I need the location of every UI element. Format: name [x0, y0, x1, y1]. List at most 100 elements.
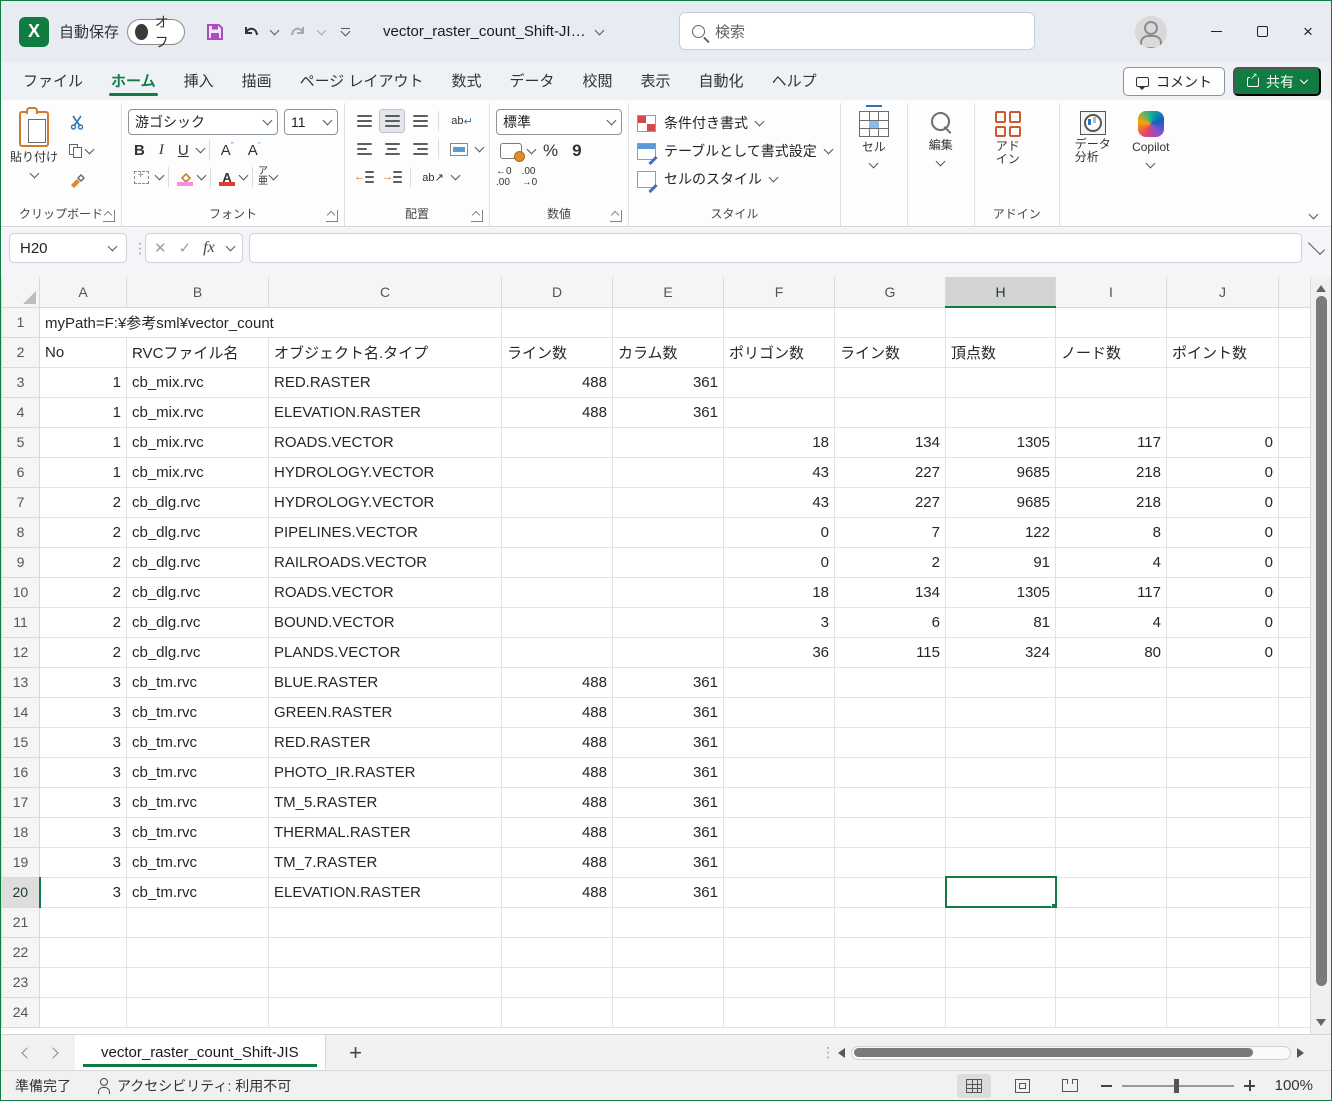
cell-A19[interactable]: 3	[40, 847, 127, 877]
row-header-22[interactable]: 22	[2, 937, 40, 967]
column-header-H[interactable]: H	[946, 277, 1056, 307]
borders-button[interactable]	[128, 165, 154, 189]
enter-button[interactable]: ✓	[179, 239, 192, 257]
cell-F8[interactable]: 0	[724, 517, 835, 547]
cell-partial-2[interactable]	[1279, 337, 1313, 367]
cell-E11[interactable]	[613, 607, 724, 637]
font-dialog-launcher[interactable]	[326, 210, 338, 222]
cell-B11[interactable]: cb_dlg.rvc	[127, 607, 269, 637]
cell-I1[interactable]	[1056, 307, 1167, 337]
cell-F18[interactable]	[724, 817, 835, 847]
cell-F10[interactable]: 18	[724, 577, 835, 607]
cell-F19[interactable]	[724, 847, 835, 877]
cell-E14[interactable]: 361	[613, 697, 724, 727]
customize-qat-button[interactable]	[329, 16, 361, 48]
collapse-ribbon-icon[interactable]	[1309, 210, 1319, 220]
cell-D13[interactable]: 488	[502, 667, 613, 697]
cell-partial-23[interactable]	[1279, 967, 1313, 997]
row-header-15[interactable]: 15	[2, 727, 40, 757]
cell-D9[interactable]	[502, 547, 613, 577]
paste-button[interactable]: 貼り付け	[5, 105, 63, 177]
cell-C6[interactable]: HYDROLOGY.VECTOR	[269, 457, 502, 487]
cell-J7[interactable]: 0	[1167, 487, 1279, 517]
ribbon-tab-ホーム[interactable]: ホーム	[97, 63, 170, 100]
cell-H7[interactable]: 9685	[946, 487, 1056, 517]
cell-E2[interactable]: カラム数	[613, 337, 724, 367]
cell-J18[interactable]	[1167, 817, 1279, 847]
cell-H17[interactable]	[946, 787, 1056, 817]
cut-button[interactable]	[65, 109, 97, 135]
horizontal-scroll-thumb[interactable]	[854, 1048, 1253, 1057]
cell-E9[interactable]	[613, 547, 724, 577]
borders-dropdown-icon[interactable]	[155, 171, 165, 181]
number-format-select[interactable]: 標準	[496, 109, 622, 135]
italic-button[interactable]: I	[153, 140, 170, 161]
prev-sheet-icon[interactable]	[21, 1047, 32, 1058]
cell-C9[interactable]: RAILROADS.VECTOR	[269, 547, 502, 577]
vertical-scroll-thumb[interactable]	[1316, 296, 1327, 986]
cell-D3[interactable]: 488	[502, 367, 613, 397]
page-break-view-button[interactable]	[1053, 1074, 1087, 1098]
ribbon-tab-表示[interactable]: 表示	[627, 63, 685, 100]
cell-D16[interactable]: 488	[502, 757, 613, 787]
cell-B17[interactable]: cb_tm.rvc	[127, 787, 269, 817]
cell-partial-11[interactable]	[1279, 607, 1313, 637]
cell-G24[interactable]	[835, 997, 946, 1027]
font-name-select[interactable]: 游ゴシック	[128, 109, 278, 135]
cell-J23[interactable]	[1167, 967, 1279, 997]
cell-A10[interactable]: 2	[40, 577, 127, 607]
cell-A3[interactable]: 1	[40, 367, 127, 397]
ribbon-tab-データ[interactable]: データ	[496, 63, 569, 100]
cell-G9[interactable]: 2	[835, 547, 946, 577]
cell-I4[interactable]	[1056, 397, 1167, 427]
cell-F7[interactable]: 43	[724, 487, 835, 517]
cell-I18[interactable]	[1056, 817, 1167, 847]
cell-I8[interactable]: 8	[1056, 517, 1167, 547]
cell-H22[interactable]	[946, 937, 1056, 967]
cell-C11[interactable]: BOUND.VECTOR	[269, 607, 502, 637]
cell-J14[interactable]	[1167, 697, 1279, 727]
addins-button[interactable]: アド イン	[979, 105, 1037, 165]
cell-B13[interactable]: cb_tm.rvc	[127, 667, 269, 697]
cells-button[interactable]: セル	[845, 105, 903, 167]
cell-D18[interactable]: 488	[502, 817, 613, 847]
cell-H10[interactable]: 1305	[946, 577, 1056, 607]
cell-D11[interactable]	[502, 607, 613, 637]
cell-A14[interactable]: 3	[40, 697, 127, 727]
cell-A4[interactable]: 1	[40, 397, 127, 427]
cell-B21[interactable]	[127, 907, 269, 937]
row-header-13[interactable]: 13	[2, 667, 40, 697]
cell-I17[interactable]	[1056, 787, 1167, 817]
cell-D10[interactable]	[502, 577, 613, 607]
minimize-button[interactable]	[1193, 1, 1239, 62]
cell-J17[interactable]	[1167, 787, 1279, 817]
cell-H5[interactable]: 1305	[946, 427, 1056, 457]
align-right-button[interactable]	[407, 137, 433, 161]
cell-A9[interactable]: 2	[40, 547, 127, 577]
cell-H13[interactable]	[946, 667, 1056, 697]
ribbon-tab-挿入[interactable]: 挿入	[170, 63, 228, 100]
cell-D2[interactable]: ライン数	[502, 337, 613, 367]
cell-E8[interactable]	[613, 517, 724, 547]
cell-E19[interactable]: 361	[613, 847, 724, 877]
cell-E15[interactable]: 361	[613, 727, 724, 757]
cell-G19[interactable]	[835, 847, 946, 877]
row-header-8[interactable]: 8	[2, 517, 40, 547]
merge-center-button[interactable]	[444, 137, 474, 161]
cell-G6[interactable]: 227	[835, 457, 946, 487]
comments-button[interactable]: コメント	[1123, 67, 1225, 96]
column-header-partial[interactable]	[1279, 277, 1313, 307]
cell-D19[interactable]: 488	[502, 847, 613, 877]
row-header-3[interactable]: 3	[2, 367, 40, 397]
cell-F11[interactable]: 3	[724, 607, 835, 637]
row-header-12[interactable]: 12	[2, 637, 40, 667]
cell-B8[interactable]: cb_dlg.rvc	[127, 517, 269, 547]
column-header-A[interactable]: A	[40, 277, 127, 307]
cell-E4[interactable]: 361	[613, 397, 724, 427]
redo-button[interactable]	[282, 16, 314, 48]
row-header-14[interactable]: 14	[2, 697, 40, 727]
zoom-level[interactable]: 100%	[1269, 1077, 1313, 1094]
row-header-7[interactable]: 7	[2, 487, 40, 517]
cell-partial-19[interactable]	[1279, 847, 1313, 877]
font-color-button[interactable]: A	[216, 166, 238, 188]
